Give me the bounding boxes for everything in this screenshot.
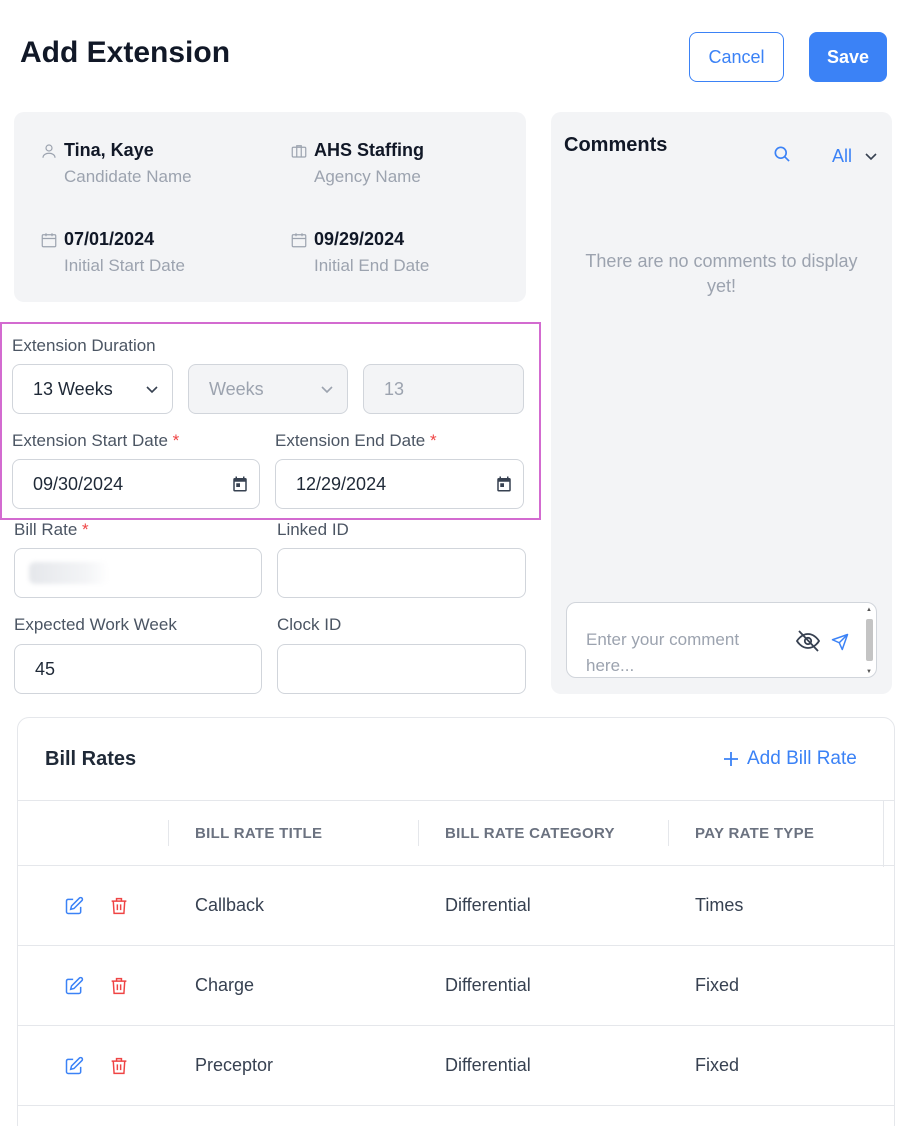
chevron-down-icon[interactable] (863, 148, 879, 164)
edit-icon[interactable] (64, 1056, 84, 1076)
duration-count-value: 13 (384, 378, 405, 399)
agency-name-value: AHS Staffing (314, 140, 424, 160)
linked-id-input[interactable] (277, 548, 526, 598)
bill-rate-label-text: Bill Rate (14, 520, 78, 539)
initial-end-date-label: Initial End Date (314, 256, 430, 275)
calendar-icon[interactable] (231, 475, 249, 493)
row-category: Differential (445, 1055, 531, 1075)
extension-start-date-label-text: Extension Start Date (12, 431, 168, 450)
extension-start-date-input[interactable]: 09/30/2024 (12, 459, 260, 509)
trash-icon[interactable] (110, 976, 128, 996)
comment-scrollbar[interactable]: ▲ ▼ (865, 607, 874, 675)
edit-icon[interactable] (64, 976, 84, 996)
scroll-down-arrow-icon[interactable]: ▼ (866, 669, 872, 675)
column-divider (668, 820, 669, 846)
edit-icon[interactable] (64, 896, 84, 916)
briefcase-icon (291, 145, 307, 158)
duration-count-field[interactable]: 13 (363, 364, 524, 414)
row-pay-type: Fixed (695, 975, 740, 995)
chevron-down-icon (321, 386, 333, 394)
column-header-category[interactable]: BILL RATE CATEGORY (445, 825, 615, 842)
comments-filter-select[interactable]: All (832, 146, 852, 167)
send-icon[interactable] (831, 633, 849, 651)
table-row: Charge Differential Fixed (18, 946, 894, 1026)
extension-end-date-label-text: Extension End Date (275, 431, 426, 450)
extension-start-date-value: 09/30/2024 (33, 473, 124, 494)
calendar-icon (41, 233, 57, 248)
extension-duration-label: Extension Duration (12, 336, 156, 355)
comments-panel: Comments All There are no comments to di… (551, 112, 892, 694)
row-category: Differential (445, 895, 531, 915)
table-header: BILL RATE TITLE BILL RATE CATEGORY PAY R… (18, 800, 894, 867)
scrollbar-thumb[interactable] (866, 619, 873, 661)
comment-input-placeholder[interactable]: Enter your comment here... (586, 627, 776, 679)
expected-work-week-input[interactable]: 45 (14, 644, 262, 694)
row-pay-type: Fixed (695, 1055, 740, 1075)
calendar-icon (291, 233, 307, 248)
duration-unit-select[interactable]: Weeks (188, 364, 348, 414)
clock-id-label: Clock ID (277, 615, 342, 634)
table-row: Callback Differential Times (18, 866, 894, 946)
initial-start-date-label: Initial Start Date (64, 256, 185, 275)
eye-off-icon[interactable] (795, 629, 821, 653)
clock-id-input[interactable] (277, 644, 526, 694)
add-bill-rate-label: Add Bill Rate (747, 748, 857, 769)
candidate-name-value: Tina, Kaye (64, 140, 154, 160)
bill-rates-card: Bill Rates Add Bill Rate BILL RATE TITLE… (17, 717, 895, 1126)
column-divider (883, 801, 884, 867)
save-button[interactable]: Save (809, 32, 887, 82)
calendar-icon[interactable] (495, 475, 513, 493)
extension-start-date-label: Extension Start Date * (12, 431, 179, 451)
plus-icon (724, 752, 738, 766)
extension-end-date-label: Extension End Date * (275, 431, 437, 451)
row-category: Differential (445, 975, 531, 995)
add-bill-rate-button[interactable]: Add Bill Rate (723, 748, 857, 770)
bill-rate-label: Bill Rate * (14, 520, 89, 540)
row-title: Preceptor (195, 1055, 274, 1075)
extension-end-date-input[interactable]: 12/29/2024 (275, 459, 524, 509)
row-pay-type: Times (695, 895, 744, 915)
expected-work-week-value: 45 (35, 658, 56, 679)
row-title: Charge (195, 975, 255, 995)
row-title: Callback (195, 895, 265, 915)
expected-work-week-label: Expected Work Week (14, 615, 177, 634)
person-icon (42, 144, 56, 158)
bill-rates-title: Bill Rates (45, 748, 137, 770)
bill-rate-input[interactable] (14, 548, 262, 598)
comments-title: Comments (564, 134, 668, 156)
chevron-down-icon (146, 386, 158, 394)
bill-rate-redacted-value (29, 562, 109, 584)
initial-start-date-value: 07/01/2024 (64, 229, 155, 249)
trash-icon[interactable] (110, 1056, 128, 1076)
extension-duration-select[interactable]: 13 Weeks (12, 364, 173, 414)
scroll-up-arrow-icon[interactable]: ▲ (866, 607, 872, 613)
duration-unit-value: Weeks (209, 378, 264, 399)
candidate-info-card: Tina, Kaye Candidate Name AHS Staffing A… (14, 112, 526, 302)
cancel-button[interactable]: Cancel (689, 32, 784, 82)
column-header-title[interactable]: BILL RATE TITLE (195, 825, 322, 842)
linked-id-label: Linked ID (277, 520, 349, 539)
required-marker: * (82, 520, 89, 539)
extension-end-date-value: 12/29/2024 (296, 473, 387, 494)
comment-input-box[interactable]: Enter your comment here... ▲ ▼ (566, 602, 877, 678)
agency-name-label: Agency Name (314, 167, 421, 186)
required-marker: * (430, 431, 437, 450)
candidate-name-label: Candidate Name (64, 167, 192, 186)
column-divider (418, 820, 419, 846)
search-icon[interactable] (772, 144, 792, 164)
extension-duration-value: 13 Weeks (33, 378, 113, 399)
trash-icon[interactable] (110, 896, 128, 916)
required-marker: * (172, 431, 180, 450)
column-header-pay-type[interactable]: PAY RATE TYPE (695, 825, 814, 842)
column-divider (168, 820, 169, 846)
initial-end-date-value: 09/29/2024 (314, 229, 405, 249)
page-title: Add Extension (20, 36, 231, 69)
comments-empty-message: There are no comments to display yet! (585, 251, 858, 296)
table-row: Preceptor Differential Fixed (18, 1026, 894, 1106)
